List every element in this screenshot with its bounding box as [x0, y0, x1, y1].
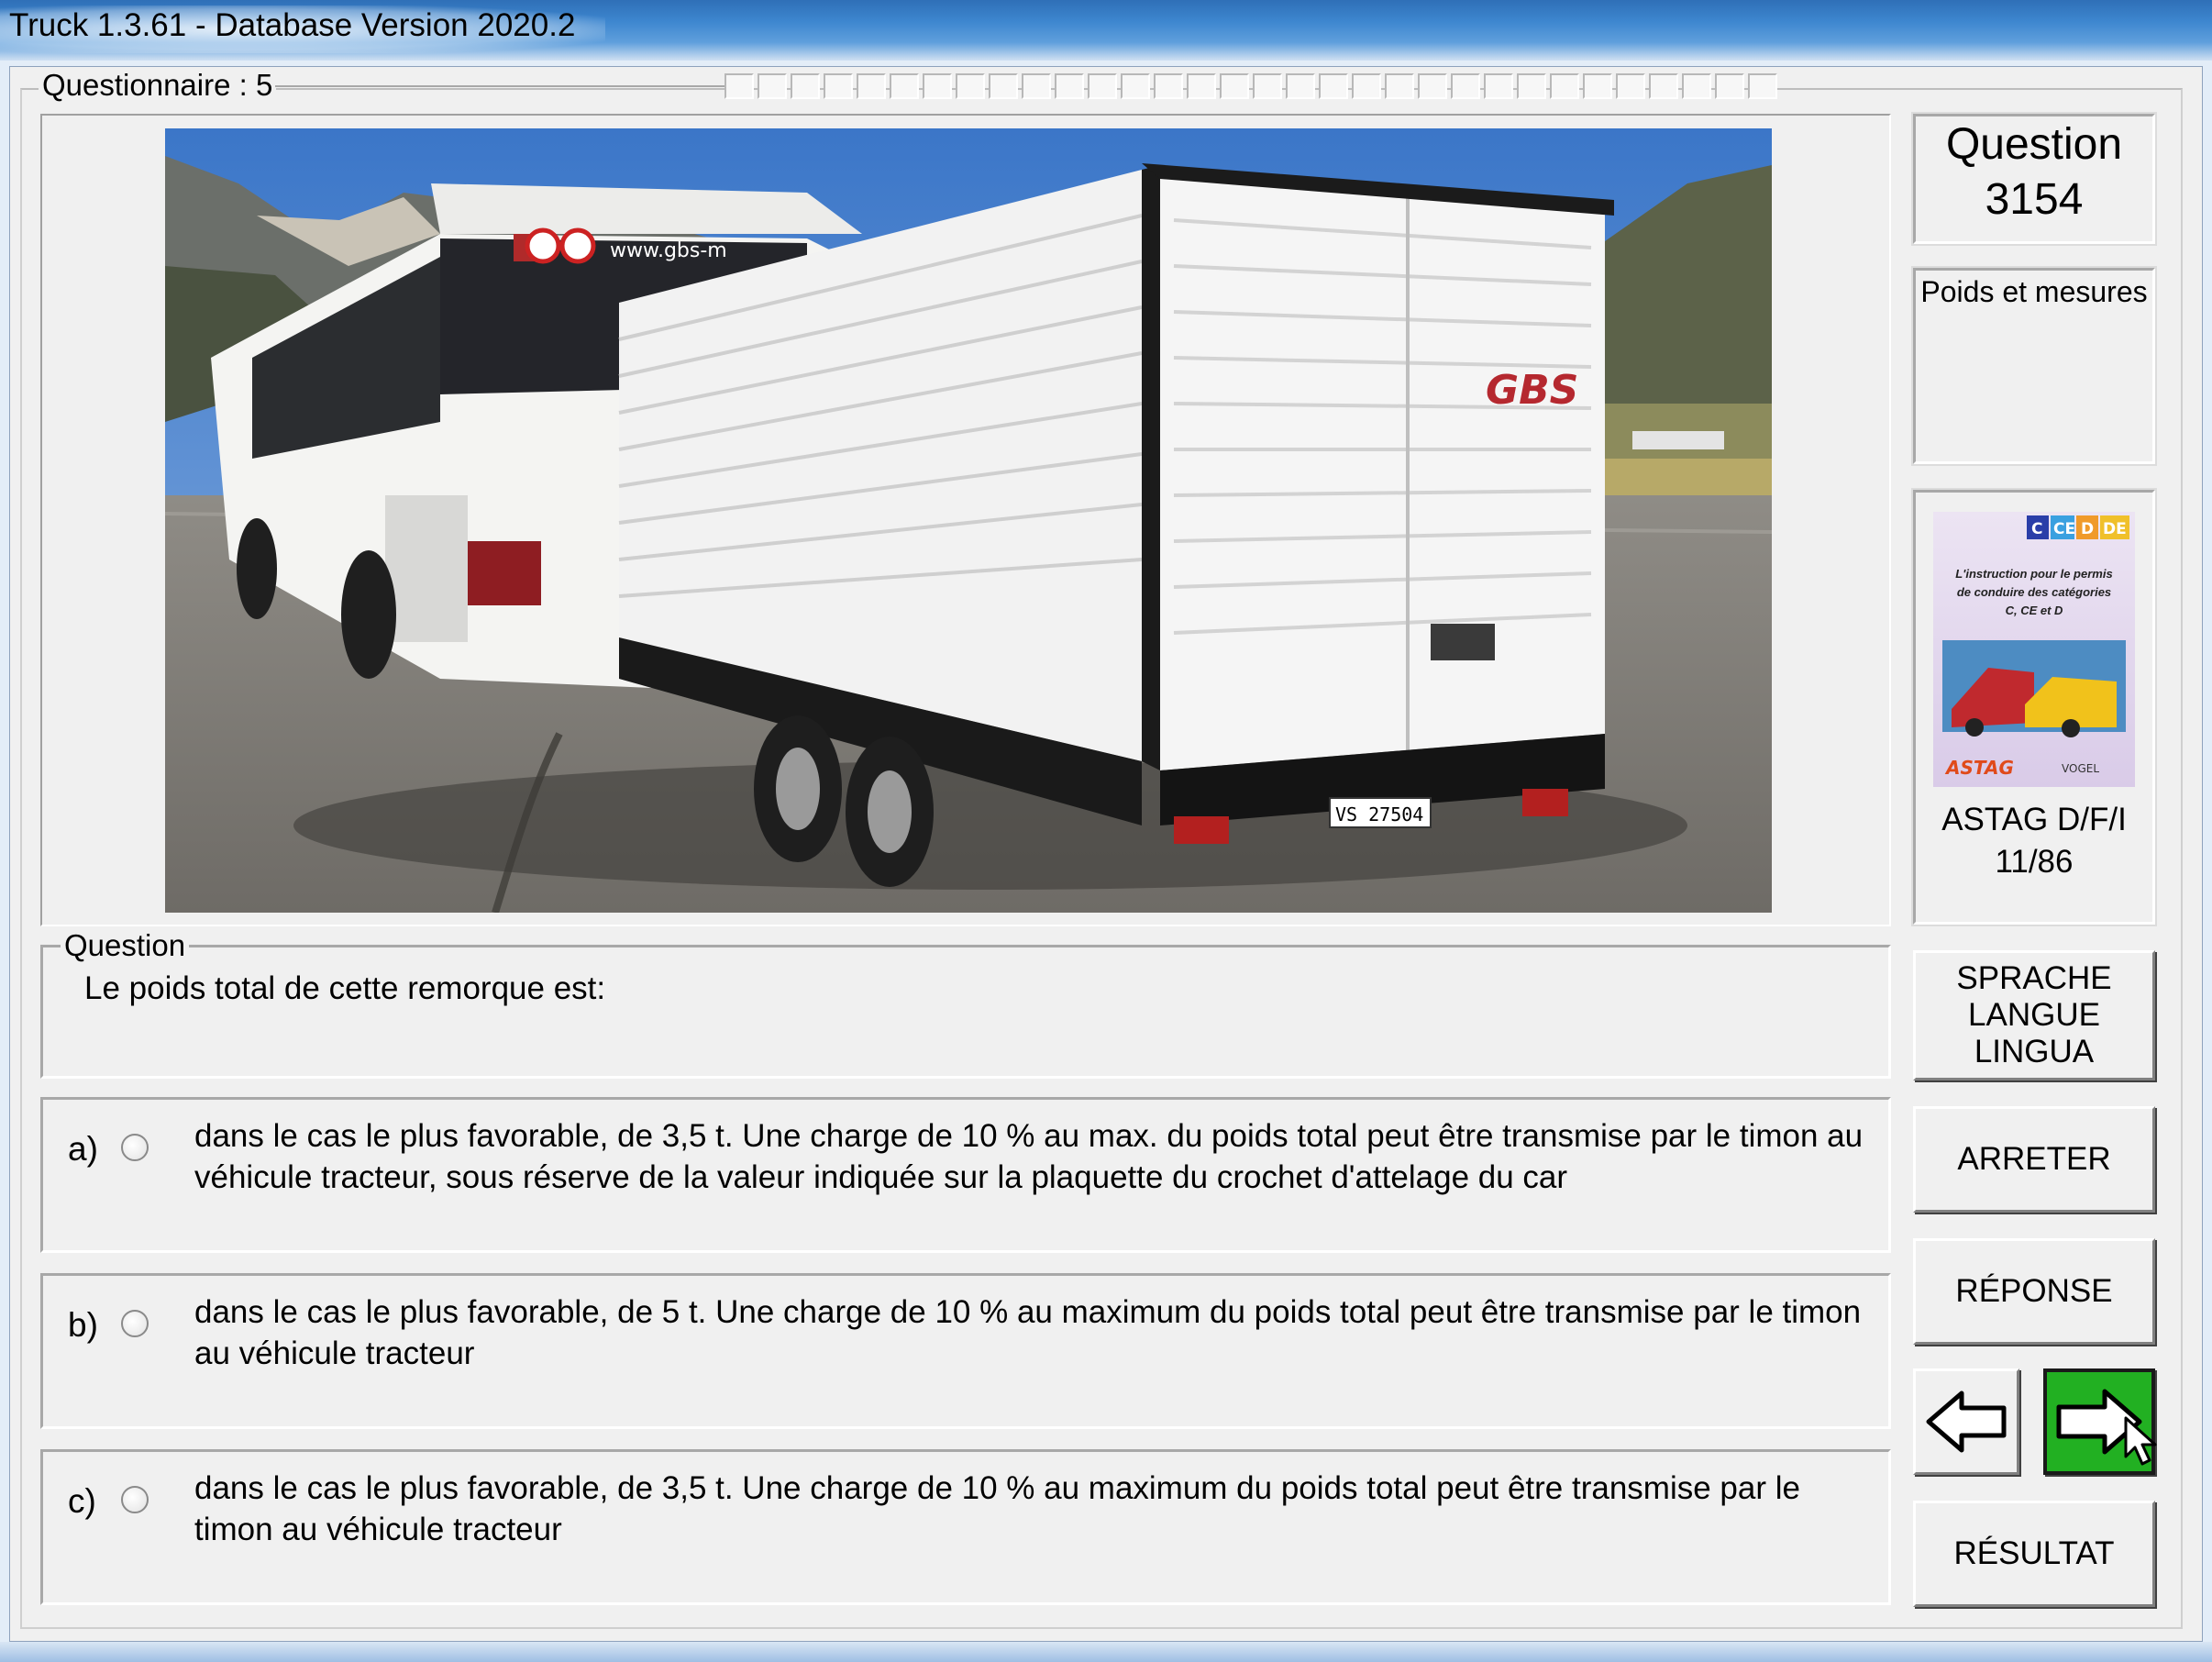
progress-line [275, 85, 724, 87]
book-cover-text: L'instruction pour le permis de conduire… [1955, 567, 2113, 617]
photo-brand-logo: GBS [1486, 367, 1578, 414]
progress-cell [1517, 73, 1546, 99]
progress-cell [1682, 73, 1711, 99]
answer-b-radio[interactable] [121, 1310, 149, 1337]
answer-a-letter: a) [68, 1130, 98, 1168]
progress-cell [1616, 73, 1645, 99]
progress-cell [923, 73, 952, 99]
progress-cell [1286, 73, 1315, 99]
progress-cell [1385, 73, 1414, 99]
progress-cell [989, 73, 1018, 99]
progress-cell [857, 73, 886, 99]
progress-cell [791, 73, 820, 99]
question-legend: Question [61, 928, 190, 963]
progress-cell [1055, 73, 1084, 99]
progress-cell [1748, 73, 1777, 99]
progress-cell [1583, 73, 1612, 99]
progress-cell [758, 73, 787, 99]
result-button[interactable]: RÉSULTAT [1913, 1501, 2155, 1607]
progress-cell [1187, 73, 1216, 99]
progress-cell [1418, 73, 1447, 99]
question-progress [724, 73, 2155, 101]
license-plate: VS 27504 [1335, 803, 1423, 825]
progress-cell [1121, 73, 1150, 99]
progress-cell [824, 73, 853, 99]
book-caption-line2: 11/86 [1995, 844, 2074, 880]
progress-cell [724, 73, 754, 99]
progress-cell [1649, 73, 1678, 99]
window-title: Truck 1.3.61 - Database Version 2020.2 [9, 7, 576, 43]
mouse-cursor-icon [2124, 1416, 2161, 1468]
language-button[interactable]: SPRACHE LANGUE LINGUA [1913, 950, 2155, 1080]
answer-button[interactable]: RÉPONSE [1913, 1238, 2155, 1345]
progress-cell [1550, 73, 1579, 99]
progress-cell [1220, 73, 1249, 99]
question-number: 3154 [1985, 175, 2084, 224]
progress-cell [956, 73, 985, 99]
answer-a-text[interactable]: dans le cas le plus favorable, de 3,5 t.… [194, 1115, 1873, 1198]
badge-d: D [2081, 520, 2094, 538]
answer-b-letter: b) [68, 1306, 98, 1344]
answer-c-radio[interactable] [121, 1486, 149, 1513]
answer-c-text[interactable]: dans le cas le plus favorable, de 3,5 t.… [194, 1468, 1873, 1550]
answer-b-text[interactable]: dans le cas le plus favorable, de 5 t. U… [194, 1291, 1873, 1374]
language-line3: LINGUA [1974, 1034, 2095, 1069]
book-caption-line1: ASTAG D/F/I [1941, 802, 2127, 837]
window-bottom-edge [0, 1642, 2212, 1662]
progress-cell [1352, 73, 1381, 99]
progress-cell [890, 73, 919, 99]
progress-cell [1154, 73, 1183, 99]
progress-cell [1319, 73, 1348, 99]
arrow-left-icon [1926, 1391, 2007, 1453]
progress-cell [1022, 73, 1051, 99]
progress-cell [1088, 73, 1117, 99]
badge-de: DE [2103, 520, 2127, 538]
progress-cell [1451, 73, 1480, 99]
progress-cell [1484, 73, 1513, 99]
bus-website-text: www.gbs-m [610, 239, 727, 262]
language-line1: SPRACHE [1956, 960, 2112, 996]
question-box [40, 945, 1891, 1079]
book-cover: C CE D DE ASTAG VOGEL L'instruction pour… [1933, 512, 2135, 787]
progress-cell [1715, 73, 1744, 99]
answer-c-letter: c) [68, 1482, 96, 1520]
question-heading: Question [1945, 120, 2123, 169]
svg-text:ASTAG: ASTAG [1944, 757, 2014, 779]
questionnaire-label: Questionnaire : 5 [39, 68, 277, 103]
progress-cell [1253, 73, 1282, 99]
badge-c: C [2031, 520, 2042, 538]
stop-button[interactable]: ARRETER [1913, 1106, 2155, 1213]
question-photo: www.gbs-m GBS VS 27504 [165, 128, 1772, 913]
svg-text:VOGEL: VOGEL [2062, 762, 2099, 775]
answer-a-radio[interactable] [121, 1134, 149, 1161]
previous-button[interactable] [1913, 1368, 2019, 1475]
question-text: Le poids total de cette remorque est: [84, 970, 606, 1006]
badge-ce: CE [2053, 520, 2075, 538]
language-line2: LANGUE [1968, 997, 2100, 1033]
category-label: Poids et mesures [1920, 275, 2148, 308]
